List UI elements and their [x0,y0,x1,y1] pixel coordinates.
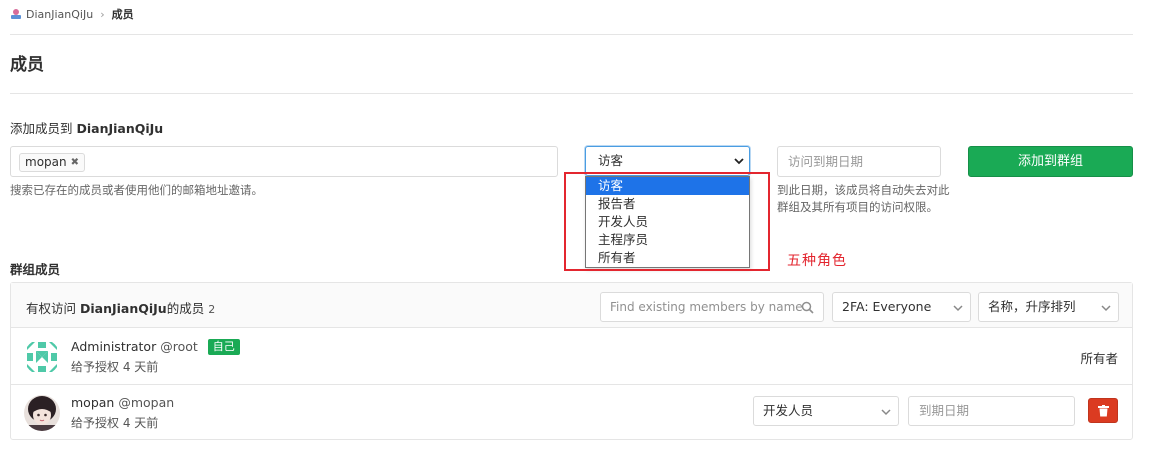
remove-token-icon[interactable]: ✖ [71,154,79,171]
divider [10,93,1133,94]
annotation-highlight-box [564,172,770,271]
granted-time: 给予授权 4 天前 [71,360,159,374]
chevron-down-icon [734,158,744,165]
breadcrumb: DianJianQiJu › 成员 [10,6,134,22]
member-token[interactable]: mopan ✖ [19,153,85,172]
member-username: @mopan [118,395,175,410]
remove-member-button[interactable] [1088,398,1118,423]
member-name-link[interactable]: Administrator [71,339,156,354]
member-name: mopan @mopan [71,395,174,410]
member-search-input[interactable]: mopan ✖ [10,146,558,177]
group-members-heading: 群组成员 [10,262,61,277]
search-icon[interactable] [801,301,814,314]
divider [10,34,1133,35]
member-row: Administrator @root 自己 给予授权 4 天前 所有者 [11,329,1132,385]
member-name-link[interactable]: mopan [71,395,114,410]
chevron-down-icon [1101,305,1111,312]
members-panel: 有权访问 DianJianQiJu的成员 2 Find existing memb… [10,282,1133,440]
member-role-select[interactable]: 开发人员 [753,396,899,426]
member-row: mopan @mopan 给予授权 4 天前 开发人员 到期日期 [11,385,1132,441]
member-username: @root [160,339,198,354]
member-expiration-input[interactable]: 到期日期 [908,396,1075,426]
annotation-text: 五种角色 [787,253,847,269]
chevron-right-icon: › [100,7,105,21]
avatar [24,339,60,375]
avatar [24,395,60,431]
members-panel-header: 有权访问 DianJianQiJu的成员 2 Find existing memb… [11,283,1132,328]
member-name: Administrator @root 自己 [71,339,240,355]
expiration-help-text: 到此日期，该成员将自动失去对此群组及其所有项目的访问权限。 [777,183,950,214]
member-count-badge: 2 [208,303,216,316]
invite-help-text: 搜索已存在的成员或者使用他们的邮箱地址邀请。 [10,183,263,197]
granted-time: 给予授权 4 天前 [71,416,159,430]
page-title: 成员 [10,55,44,75]
sort-select[interactable]: 名称，升序排列 [978,292,1119,322]
add-member-label: 添加成员到 DianJianQiJu [10,121,164,136]
member-role-text: 所有者 [1080,351,1118,366]
trash-icon [1098,405,1109,417]
twofa-filter-select[interactable]: 2FA: Everyone [832,292,971,322]
members-panel-title: 有权访问 DianJianQiJu的成员 2 [26,301,216,316]
identicon-icon [24,339,60,375]
find-members-input[interactable]: Find existing members by name [600,292,824,322]
self-badge: 自己 [207,339,240,355]
chevron-down-icon [881,409,891,416]
breadcrumb-group-link[interactable]: DianJianQiJu [26,8,93,21]
add-to-group-button[interactable]: 添加到群组 [968,146,1133,177]
chevron-down-icon [953,305,963,312]
expiration-date-input[interactable]: 访问到期日期 [777,146,941,177]
user-avatar-icon [24,395,60,431]
group-avatar-icon [11,9,21,19]
breadcrumb-current[interactable]: 成员 [112,6,134,22]
